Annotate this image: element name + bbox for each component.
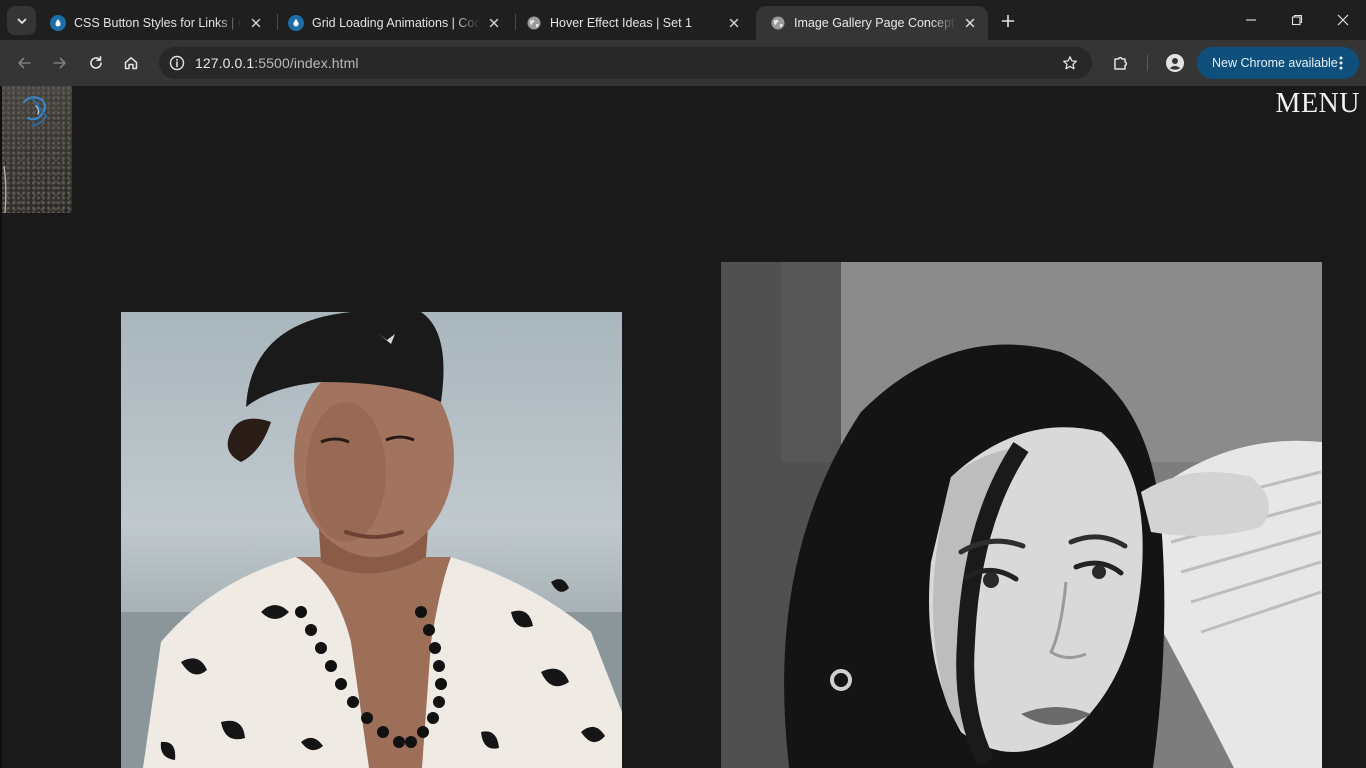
tab-grid-loading-animations[interactable]: Grid Loading Animations | Codrops	[274, 6, 512, 40]
new-chrome-available-button[interactable]: New Chrome available	[1197, 47, 1359, 79]
browser-toolbar: 127.0.0.1:5500/index.html New Chrome ava…	[0, 40, 1366, 86]
profile-button[interactable]	[1161, 49, 1189, 77]
close-icon[interactable]	[486, 15, 502, 31]
puzzle-icon	[1114, 56, 1128, 70]
close-icon	[1337, 14, 1349, 26]
page-viewport: MENU	[0, 86, 1366, 768]
update-label: New Chrome available	[1212, 56, 1338, 70]
codrops-drop-icon	[50, 15, 66, 31]
tab-image-gallery-page[interactable]: Image Gallery Page Concept using CSS	[756, 6, 988, 40]
tab-title: Hover Effect Ideas | Set 1	[550, 16, 692, 30]
avatar-icon	[1166, 54, 1184, 72]
minimize-button[interactable]	[1228, 0, 1274, 40]
plus-icon	[1001, 14, 1015, 28]
url-host: 127.0.0.1	[195, 55, 255, 71]
close-icon[interactable]	[962, 15, 978, 31]
forward-button[interactable]	[46, 49, 74, 77]
tab-title: CSS Button Styles for Links | Codrops	[74, 16, 242, 30]
close-window-button[interactable]	[1320, 0, 1366, 40]
home-button[interactable]	[117, 49, 145, 77]
logo-icon	[3, 96, 48, 213]
close-icon[interactable]	[248, 15, 264, 31]
toolbar-divider	[1147, 55, 1148, 71]
bookmark-star-icon[interactable]	[1058, 51, 1082, 75]
minimize-icon	[1246, 19, 1256, 21]
logo-thumbnail-image[interactable]	[2, 86, 72, 213]
tab-css-button-styles[interactable]: CSS Button Styles for Links | Codrops	[36, 6, 274, 40]
tab-strip: CSS Button Styles for Links | Codrops Gr…	[0, 0, 1366, 40]
kebab-menu-icon[interactable]	[1333, 55, 1349, 71]
arrow-left-icon	[18, 57, 31, 69]
tab-title: Image Gallery Page Concept using CSS	[794, 16, 956, 30]
gallery-image-man-in-cap[interactable]	[121, 312, 622, 768]
new-tab-button[interactable]	[996, 9, 1020, 33]
url-path: :5500/index.html	[254, 55, 359, 71]
codrops-drop-icon	[288, 15, 304, 31]
arrow-right-icon	[53, 57, 66, 69]
reload-button[interactable]	[82, 49, 110, 77]
globe-icon	[526, 15, 542, 31]
tab-title: Grid Loading Animations | Codrops	[312, 16, 480, 30]
gallery-image-woman-portrait[interactable]	[721, 262, 1322, 768]
globe-icon	[770, 15, 786, 31]
back-button[interactable]	[10, 49, 38, 77]
chevron-down-icon	[17, 18, 26, 24]
extensions-button[interactable]	[1107, 49, 1135, 77]
site-info-icon[interactable]	[165, 51, 189, 75]
restore-button[interactable]	[1274, 0, 1320, 40]
close-icon[interactable]	[726, 15, 742, 31]
home-icon	[124, 57, 138, 70]
url-text[interactable]: 127.0.0.1:5500/index.html	[195, 55, 359, 71]
menu-link[interactable]: MENU	[1276, 88, 1360, 120]
tab-hover-effect-ideas[interactable]: Hover Effect Ideas | Set 1	[512, 6, 752, 40]
restore-icon	[1291, 14, 1303, 26]
address-bar[interactable]: 127.0.0.1:5500/index.html	[159, 47, 1092, 79]
tab-search-button[interactable]	[7, 6, 36, 35]
reload-icon	[90, 56, 102, 69]
